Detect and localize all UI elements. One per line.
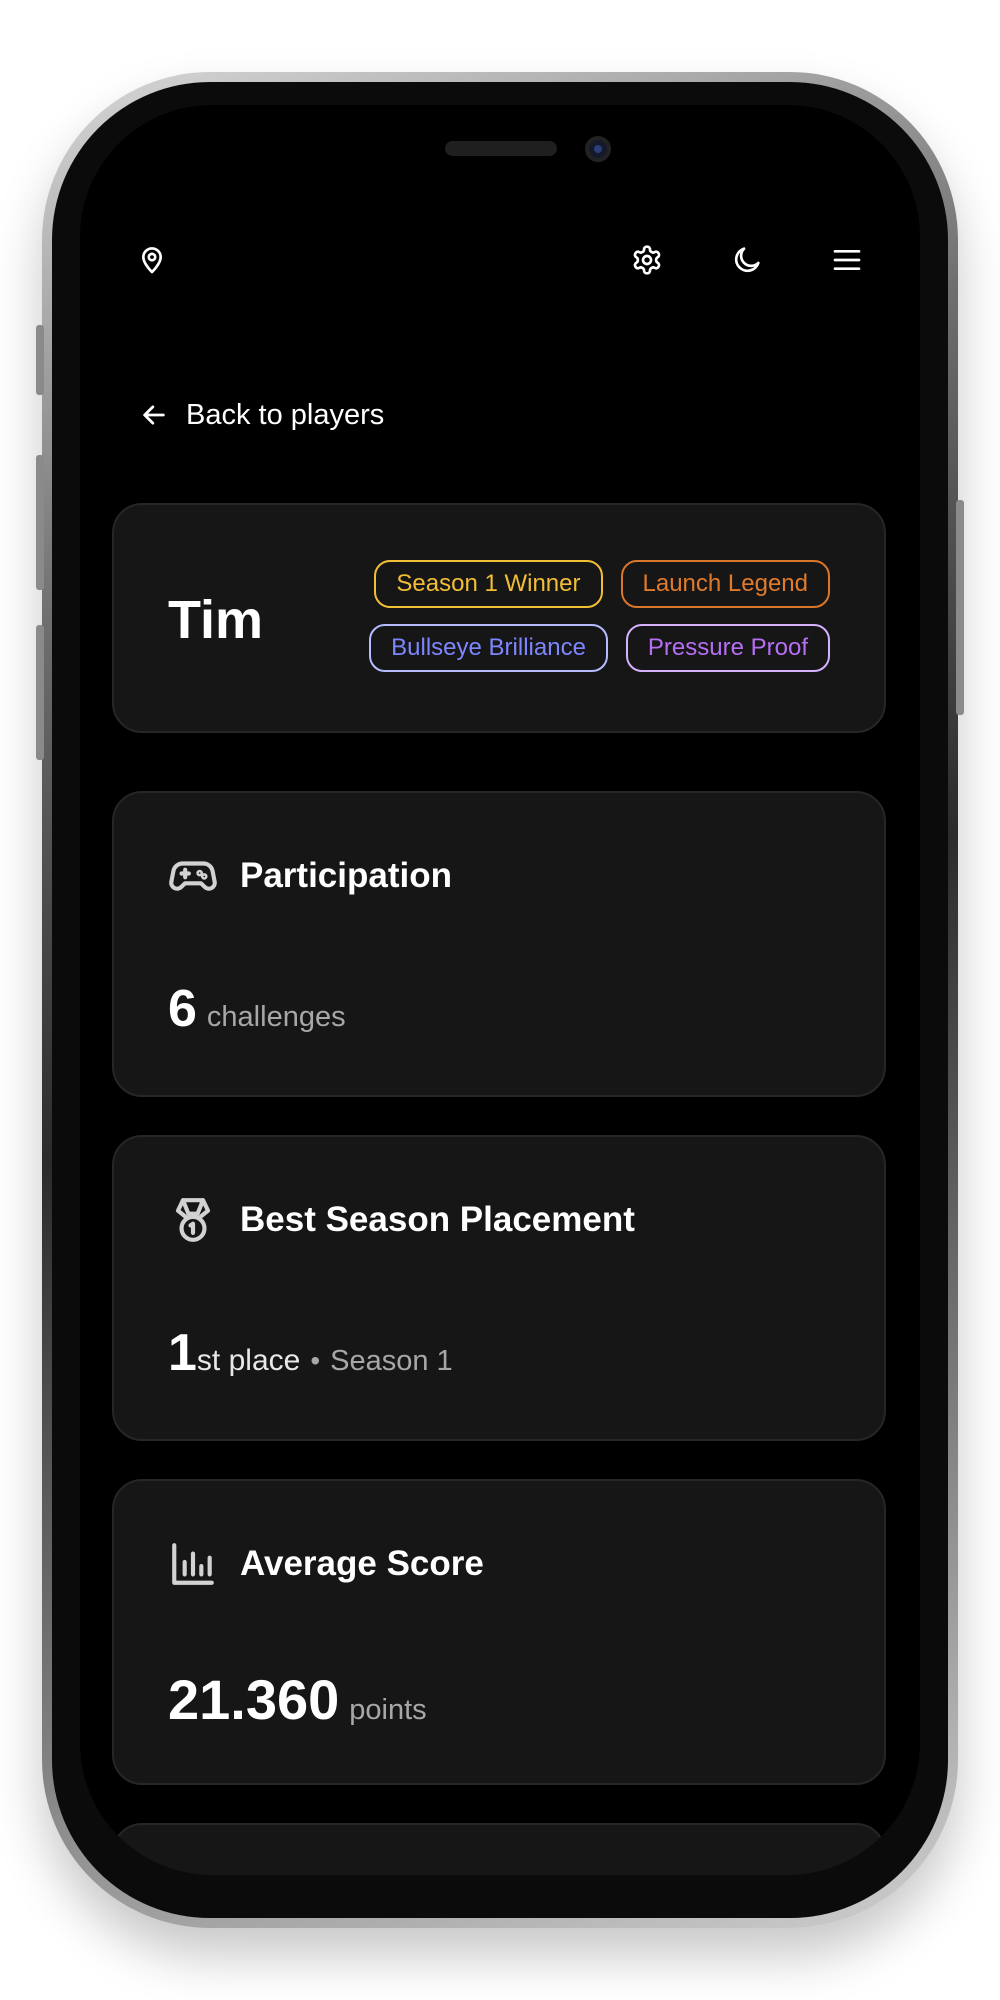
best-placement-card: Best Season Placement 1 st place • Seaso… [112, 1135, 886, 1441]
badge-pressure-proof: Pressure Proof [625, 624, 830, 672]
map-pin-icon [142, 247, 162, 274]
average-score-value: 21.360 [168, 1668, 340, 1731]
settings-button[interactable] [622, 235, 672, 285]
participation-card: Participation 6 challenges [112, 791, 886, 1097]
app-screen: Back to players Tim Season 1 Winner Laun… [80, 105, 920, 1875]
average-score-unit: points [349, 1694, 427, 1726]
best-placement-suffix: st place [196, 1344, 301, 1377]
gamepad-icon [169, 861, 217, 891]
location-button[interactable] [127, 235, 177, 285]
player-profile-card: Tim Season 1 Winner Launch Legend Bullse… [112, 503, 886, 733]
badge-launch-legend: Launch Legend [620, 560, 830, 608]
average-score-card: Average Score 21.360 points [112, 1479, 886, 1785]
volume-up-button [36, 455, 44, 590]
best-placement-value: 1 [168, 1324, 197, 1382]
bar-chart-icon [172, 1543, 214, 1585]
badge-bullseye-brilliance: Bullseye Brilliance [369, 624, 608, 672]
arrow-left-icon [143, 405, 165, 425]
back-link-label: Back to players [186, 398, 385, 431]
average-score-header: Average Score [168, 1539, 484, 1589]
participation-value: 6 [168, 980, 197, 1038]
participation-unit: challenges [206, 1001, 346, 1033]
placement-separator: • [310, 1345, 321, 1376]
back-to-players-link[interactable]: Back to players [140, 391, 384, 439]
medal-icon [175, 1198, 211, 1242]
best-placement-header: Best Season Placement [168, 1195, 635, 1245]
average-score-value-row: 21.360 points [168, 1667, 427, 1732]
best-placement-title: Best Season Placement [240, 1200, 635, 1239]
front-camera [585, 136, 611, 162]
gear-icon [633, 245, 661, 275]
menu-button[interactable] [822, 235, 872, 285]
participation-header: Participation [168, 851, 452, 901]
player-badges: Season 1 Winner Launch Legend Bullseye B… [270, 560, 830, 672]
next-stat-card-partial [112, 1823, 886, 1875]
theme-toggle-button[interactable] [722, 235, 772, 285]
player-name: Tim [168, 590, 264, 650]
participation-title: Participation [240, 856, 452, 895]
moon-icon [734, 247, 760, 273]
best-placement-season: Season 1 [330, 1345, 453, 1377]
volume-down-button [36, 625, 44, 760]
power-button [956, 500, 964, 715]
average-score-title: Average Score [240, 1544, 484, 1583]
hamburger-menu-icon [833, 250, 861, 270]
participation-value-row: 6 challenges [168, 979, 346, 1039]
mute-switch [36, 325, 44, 395]
best-placement-value-row: 1 st place • Season 1 [168, 1323, 453, 1383]
badge-season-1-winner: Season 1 Winner [374, 560, 603, 608]
earpiece-speaker [445, 141, 557, 156]
